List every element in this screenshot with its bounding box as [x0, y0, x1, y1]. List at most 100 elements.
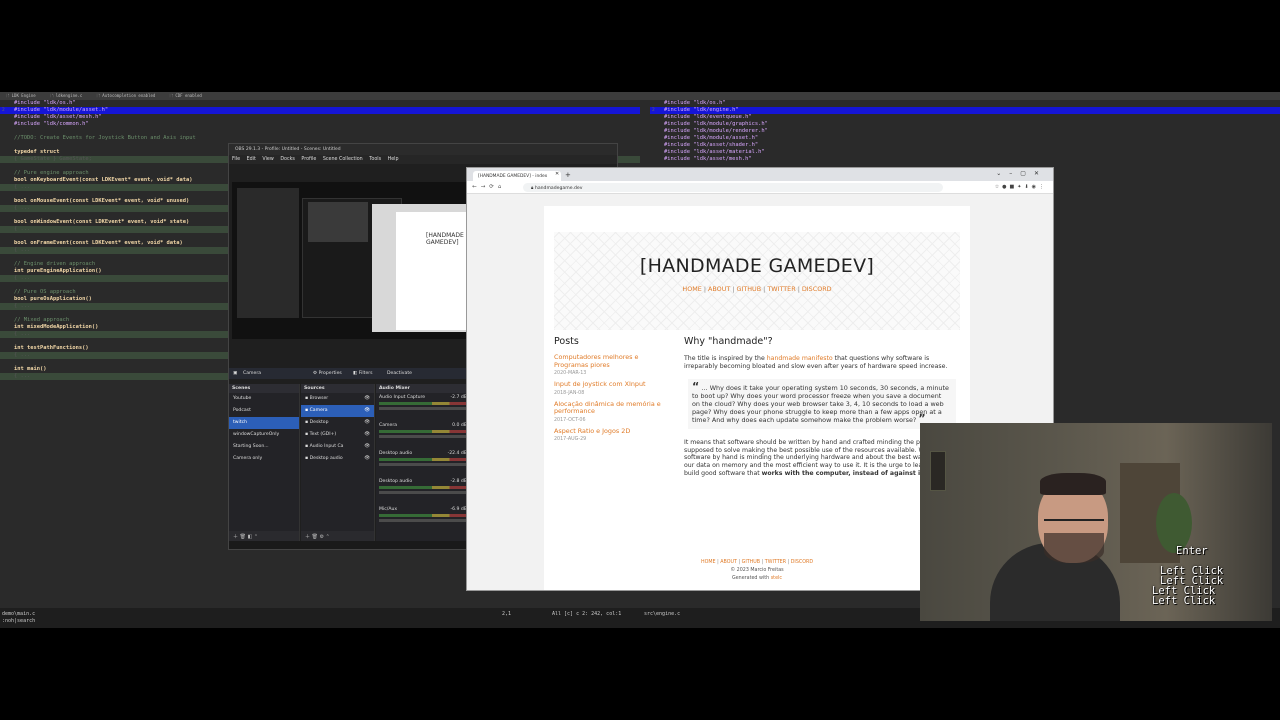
code-text: { ... — [14, 303, 31, 309]
eye-icon[interactable]: 👁 — [364, 396, 370, 401]
menu-scene-collection[interactable]: Scene Collection — [323, 157, 363, 162]
nav-about-link[interactable]: ABOUT — [708, 285, 730, 293]
obs-preview[interactable]: [HANDMADE GAMEDEV] — [232, 182, 472, 339]
arrow-up-icon[interactable]: ⌃ — [326, 534, 330, 540]
nav-home-link[interactable]: HOME — [682, 285, 701, 293]
gear-icon[interactable]: ⚙ — [320, 534, 324, 540]
source-item[interactable]: ▪ Browser 👁 — [301, 393, 374, 405]
code-text: { ... — [14, 247, 31, 253]
code-line[interactable]: #include "ldk/asset/material.h" — [650, 149, 1280, 156]
source-item[interactable]: ▪ Desktop 👁 — [301, 417, 374, 429]
trash-icon[interactable]: 🗑 — [312, 534, 318, 540]
footer-home-link[interactable]: HOME — [701, 560, 716, 565]
eye-icon[interactable]: 👁 — [364, 456, 370, 461]
code-line[interactable]: #include "ldk/module/graphics.h" — [650, 121, 1280, 128]
post-link[interactable]: Alocação dinâmica de memória e performan… — [554, 400, 674, 416]
add-icon[interactable]: ＋ — [305, 534, 310, 540]
add-icon[interactable]: ＋ — [233, 534, 238, 540]
filters-button[interactable]: ◧ Filters — [353, 371, 373, 376]
volume-slider[interactable] — [379, 519, 467, 522]
nav-discord-link[interactable]: DISCORD — [802, 285, 832, 293]
volume-slider[interactable] — [379, 435, 467, 438]
eye-icon[interactable]: 👁 — [364, 444, 370, 449]
volume-slider[interactable] — [379, 491, 467, 494]
toolbar-source-name: Camera — [243, 371, 262, 376]
eye-icon[interactable]: 👁 — [364, 408, 370, 413]
key-log-click: Left Click — [1152, 595, 1216, 607]
code-line[interactable]: //TODO: Create Events for Joystick Butto… — [0, 135, 640, 142]
code-line[interactable]: #include "ldk/asset/mesh.h" — [0, 114, 640, 121]
extension-icons[interactable]: ☆●■✦⬇◉⋮ — [995, 184, 1047, 190]
manifesto-link[interactable]: handmade manifesto — [767, 355, 833, 362]
filter-icon[interactable]: ◧ — [248, 534, 253, 540]
scene-item[interactable]: Youtube — [229, 393, 299, 405]
obs-title: OBS 29.1.3 - Profile: Untitled - Scenes:… — [229, 144, 617, 155]
post-item: Computadores melhores e Programas piores… — [554, 353, 674, 376]
footer-twitter-link[interactable]: TWITTER — [765, 560, 786, 565]
window-controls[interactable]: ⌄–▢✕ — [996, 170, 1047, 177]
eye-icon[interactable]: 👁 — [364, 432, 370, 437]
footer-discord-link[interactable]: DISCORD — [791, 560, 813, 565]
tab-title: [HANDMADE GAMEDEV] - index — [478, 174, 548, 179]
volume-meter — [379, 514, 467, 517]
code-line[interactable]: #include "ldk/os.h" — [0, 100, 640, 107]
post-date: 2020-MAR-13 — [554, 371, 587, 376]
new-tab-icon[interactable]: + — [565, 171, 571, 179]
code-text: { ... — [14, 184, 31, 190]
code-line[interactable]: #include "ldk/asset/shader.h" — [650, 142, 1280, 149]
close-icon[interactable]: ✕ — [555, 171, 559, 177]
code-line[interactable]: #include "ldk/os.h" — [650, 100, 1280, 107]
nav-twitter-link[interactable]: TWITTER — [767, 285, 795, 293]
code-line[interactable] — [0, 128, 640, 135]
properties-button[interactable]: ⚙ Properties — [313, 371, 342, 376]
browser-tab[interactable]: [HANDMADE GAMEDEV] - index ✕ — [473, 171, 561, 181]
code-line[interactable]: #include "ldk/eventqueue.h" — [650, 114, 1280, 121]
trash-icon[interactable]: 🗑 — [240, 534, 246, 540]
source-item[interactable]: ▪ Camera 👁 — [301, 405, 374, 417]
generator-link[interactable]: stelc — [771, 576, 782, 581]
sources-dock: Sources ▪ Browser 👁 ▪ Camera 👁 ▪ Desktop 👁… — [301, 384, 375, 542]
source-item[interactable]: ▪ Audio Input Ca 👁 — [301, 441, 374, 453]
arrow-up-icon[interactable]: ⌃ — [254, 534, 258, 540]
post-link[interactable]: Aspect Ratio e Jogos 2D — [554, 427, 674, 436]
scene-item[interactable]: Podcast — [229, 405, 299, 417]
sources-title: Sources — [301, 384, 374, 393]
menu-file[interactable]: File — [232, 157, 240, 162]
eye-icon[interactable]: 👁 — [364, 420, 370, 425]
deactivate-button[interactable]: Deactivate — [387, 371, 412, 376]
address-bar[interactable]: 🔒︎ handmadegame.dev — [523, 183, 943, 192]
scene-item[interactable]: Camera only — [229, 453, 299, 465]
scene-item[interactable]: Starting Soon... — [229, 441, 299, 453]
source-item[interactable]: ▪ Text (GDI+) 👁 — [301, 429, 374, 441]
source-item[interactable]: ▪ Desktop audio 👁 — [301, 453, 374, 465]
scene-item[interactable]: twitch — [229, 417, 299, 429]
code-line[interactable]: #include "ldk/module/asset.h" — [650, 135, 1280, 142]
code-text: // Mixed approach — [14, 317, 70, 323]
post-link[interactable]: Input de joystick com XInput — [554, 380, 674, 389]
code-line[interactable]: 2 #include "ldk/engine.h" — [650, 107, 1280, 114]
code-line[interactable]: #include "ldk/module/renderer.h" — [650, 128, 1280, 135]
code-text: #include "ldk/module/asset.h" — [664, 135, 759, 141]
footer-about-link[interactable]: ABOUT — [720, 560, 737, 565]
mixer-db-value: -2.7 dB — [450, 395, 468, 400]
code-line[interactable]: #include "ldk/common.h" — [0, 121, 640, 128]
menu-help[interactable]: Help — [388, 157, 399, 162]
code-text: { ... — [14, 373, 31, 379]
volume-slider[interactable] — [379, 407, 467, 410]
footer-github-link[interactable]: GITHUB — [742, 560, 760, 565]
nav-buttons[interactable]: ←→⟳⌂ — [472, 184, 505, 190]
menu-edit[interactable]: Edit — [247, 157, 256, 162]
scene-item[interactable]: windowCaptureOnly — [229, 429, 299, 441]
code-text: { ... — [14, 352, 31, 358]
menu-docks[interactable]: Docks — [280, 157, 295, 162]
volume-slider[interactable] — [379, 463, 467, 466]
post-link[interactable]: Computadores melhores e Programas piores — [554, 353, 674, 369]
menu-view[interactable]: View — [262, 157, 273, 162]
nav-github-link[interactable]: GITHUB — [737, 285, 762, 293]
code-line[interactable]: 2 #include "ldk/module/asset.h" — [0, 107, 640, 114]
copyright: © 2023 Marcio Freitas — [730, 568, 784, 573]
code-text: bool onFrameEvent(const LDKEvent* event,… — [14, 240, 183, 246]
menu-tools[interactable]: Tools — [369, 157, 381, 162]
menu-profile[interactable]: Profile — [301, 157, 316, 162]
code-line[interactable]: #include "ldk/asset/mesh.h" — [650, 156, 1280, 163]
